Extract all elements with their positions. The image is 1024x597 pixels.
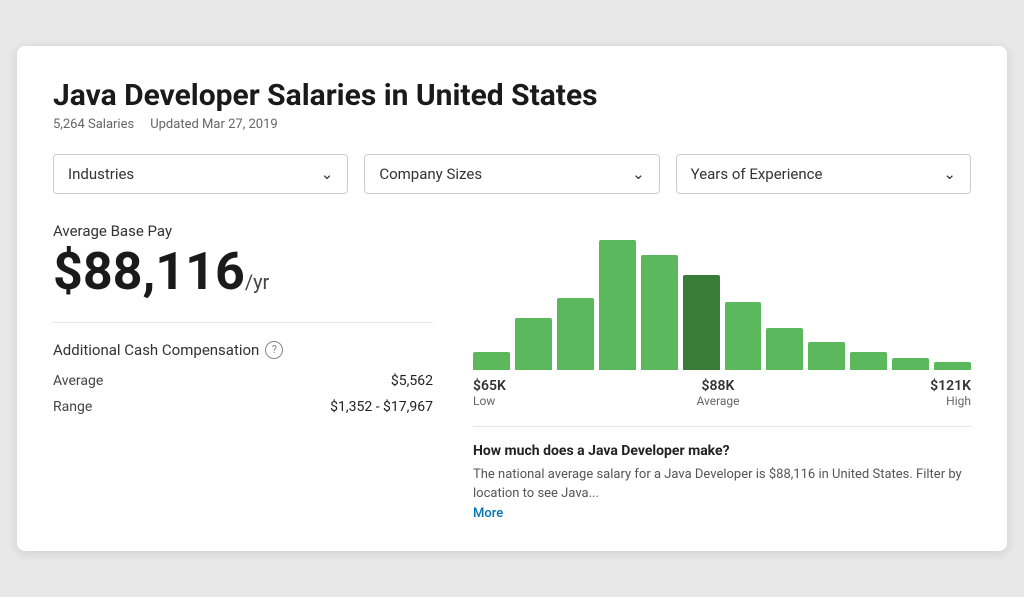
updated-date: Updated Mar 27, 2019 [150,117,278,132]
company-sizes-label: Company Sizes [379,165,482,183]
cash-comp-range-value: $1,352 - $17,967 [330,399,433,415]
info-title: How much does a Java Developer make? [473,443,971,459]
main-content: Average Base Pay $88,116/yr Additional C… [53,222,971,524]
histogram-bar [850,352,887,370]
histogram-bar [725,302,762,370]
info-section: How much does a Java Developer make? The… [473,426,971,524]
histogram-bar [473,352,510,370]
cash-comp-header: Additional Cash Compensation ? [53,341,433,359]
right-panel: $65K Low $88K Average $121K High How muc… [473,222,971,524]
cash-comp-range-label: Range [53,399,92,415]
histogram-bar [808,342,845,370]
salary-amount: $88,116 [53,241,245,302]
salary-period: /yr [245,270,270,294]
hist-avg-value: $88K [696,378,739,394]
industries-dropdown[interactable]: Industries ⌄ [53,154,348,194]
histogram-bar [641,255,678,370]
avg-label: Average Base Pay [53,222,433,240]
hist-high-text: High [930,394,971,408]
histogram-bar [557,298,594,370]
histogram-bar [892,358,929,370]
years-experience-chevron-icon: ⌄ [943,165,956,183]
company-sizes-chevron-icon: ⌄ [632,165,645,183]
industries-label: Industries [68,165,134,183]
cash-comp-average-row: Average $5,562 [53,373,433,389]
more-link[interactable]: More [473,506,503,521]
histogram-bar [766,328,803,370]
salary-card: Java Developer Salaries in United States… [17,46,1007,552]
hist-high-value: $121K [930,378,971,394]
info-body-text: The national average salary for a Java D… [473,467,962,502]
years-experience-dropdown[interactable]: Years of Experience ⌄ [676,154,971,194]
histogram-bar [515,318,552,370]
histogram-bar [599,240,636,370]
histogram-labels: $65K Low $88K Average $121K High [473,378,971,408]
divider [53,322,433,323]
industries-chevron-icon: ⌄ [321,165,334,183]
salary-count: 5,264 Salaries [53,117,134,132]
info-body: The national average salary for a Java D… [473,465,971,524]
cash-comp-range-row: Range $1,352 - $17,967 [53,399,433,415]
hist-avg-text: Average [696,394,739,408]
cash-comp-average-label: Average [53,373,103,389]
subtitle-row: 5,264 Salaries Updated Mar 27, 2019 [53,117,971,132]
years-experience-label: Years of Experience [691,165,823,183]
hist-low-text: Low [473,394,506,408]
page-title: Java Developer Salaries in United States [53,78,971,113]
avg-salary: $88,116/yr [53,246,433,298]
company-sizes-dropdown[interactable]: Company Sizes ⌄ [364,154,659,194]
left-panel: Average Base Pay $88,116/yr Additional C… [53,222,433,524]
histogram-bars [473,222,971,372]
cash-comp-title: Additional Cash Compensation [53,341,259,359]
cash-comp-average-value: $5,562 [391,373,433,389]
hist-label-high: $121K High [930,378,971,408]
hist-low-value: $65K [473,378,506,394]
hist-label-low: $65K Low [473,378,506,408]
histogram: $65K Low $88K Average $121K High [473,222,971,402]
histogram-bar [683,275,720,370]
histogram-bar [934,362,971,370]
hist-label-avg: $88K Average [696,378,739,408]
question-icon[interactable]: ? [265,341,283,359]
filters-row: Industries ⌄ Company Sizes ⌄ Years of Ex… [53,154,971,194]
